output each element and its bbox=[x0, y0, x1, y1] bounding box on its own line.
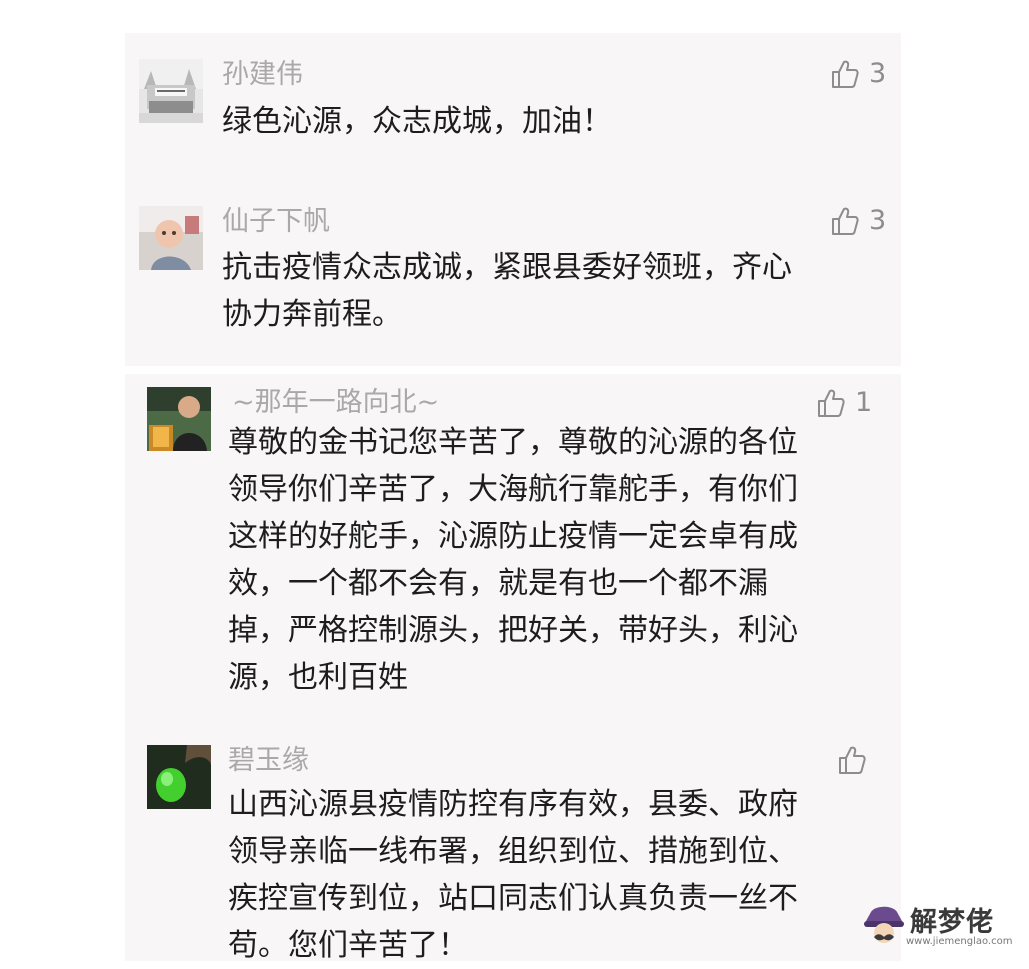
gate-photo-avatar[interactable] bbox=[139, 59, 203, 123]
comment-line: 尊敬的金书记您辛苦了，尊敬的沁源的各位 bbox=[228, 425, 798, 460]
comment-line: 领导你们辛苦了，大海航行靠舵手，有你们 bbox=[228, 472, 798, 507]
comment-line: 协力奔前程。 bbox=[222, 297, 402, 332]
comment-text: 山西沁源县疫情防控有序有效，县委、政府 领导亲临一线布署，组织到位、措施到位、 … bbox=[228, 781, 868, 969]
comment-author[interactable]: ~那年一路向北~ bbox=[232, 386, 439, 420]
man-photo-avatar[interactable] bbox=[147, 387, 211, 451]
like-count: 3 bbox=[869, 205, 887, 236]
thumbs-up-icon bbox=[818, 389, 845, 417]
thumbs-up-icon bbox=[839, 746, 866, 774]
comment-author[interactable]: 碧玉缘 bbox=[228, 744, 309, 778]
watermark-url: www.jiemenglao.com bbox=[906, 936, 1013, 947]
like-button[interactable]: 3 bbox=[829, 58, 886, 90]
comment-line: 掉，严格控制源头，把好关，带好头，利沁 bbox=[228, 613, 798, 648]
thumbs-up-icon bbox=[832, 207, 859, 235]
watermark-title: 解梦佬 bbox=[910, 907, 994, 938]
comment-line: 山西沁源县疫情防控有序有效，县委、政府 bbox=[228, 787, 798, 822]
baby-photo-avatar[interactable] bbox=[139, 206, 203, 270]
like-button[interactable] bbox=[836, 744, 876, 776]
comment-line: 疾控宣传到位，站口同志们认真负责一丝不 bbox=[228, 881, 798, 916]
comment-line: 苟。您们辛苦了！ bbox=[228, 928, 468, 963]
hat-mustache-icon bbox=[864, 906, 904, 943]
watermark: 解梦佬 www.jiemenglao.com bbox=[858, 898, 1018, 956]
comment-author[interactable]: 孙建伟 bbox=[222, 58, 303, 92]
comment-line: 抗击疫情众志成诚，紧跟县委好领班，齐心 bbox=[222, 250, 792, 285]
like-count: 3 bbox=[869, 58, 887, 89]
like-count: 1 bbox=[855, 387, 873, 418]
like-button[interactable]: 3 bbox=[829, 205, 886, 237]
comment-author[interactable]: 仙子下帆 bbox=[222, 205, 330, 239]
like-button[interactable]: 1 bbox=[815, 387, 872, 419]
comment-text: 绿色沁源，众志成城，加油！ bbox=[222, 98, 862, 145]
comment-text: 尊敬的金书记您辛苦了，尊敬的沁源的各位 领导你们辛苦了，大海航行靠舵手，有你们 … bbox=[228, 419, 868, 701]
comment-line: 效，一个都不会有，就是有也一个都不漏 bbox=[228, 566, 768, 601]
jade-photo-avatar[interactable] bbox=[147, 745, 211, 809]
comment-line: 领导亲临一线布署，组织到位、措施到位、 bbox=[228, 834, 798, 869]
comment-text: 抗击疫情众志成诚，紧跟县委好领班，齐心 协力奔前程。 bbox=[222, 244, 862, 338]
comment-line: 绿色沁源，众志成城，加油！ bbox=[222, 104, 612, 139]
thumbs-up-icon bbox=[832, 60, 859, 88]
comment-line: 源，也利百姓 bbox=[228, 660, 408, 695]
comment-line: 这样的好舵手，沁源防止疫情一定会卓有成 bbox=[228, 519, 798, 554]
